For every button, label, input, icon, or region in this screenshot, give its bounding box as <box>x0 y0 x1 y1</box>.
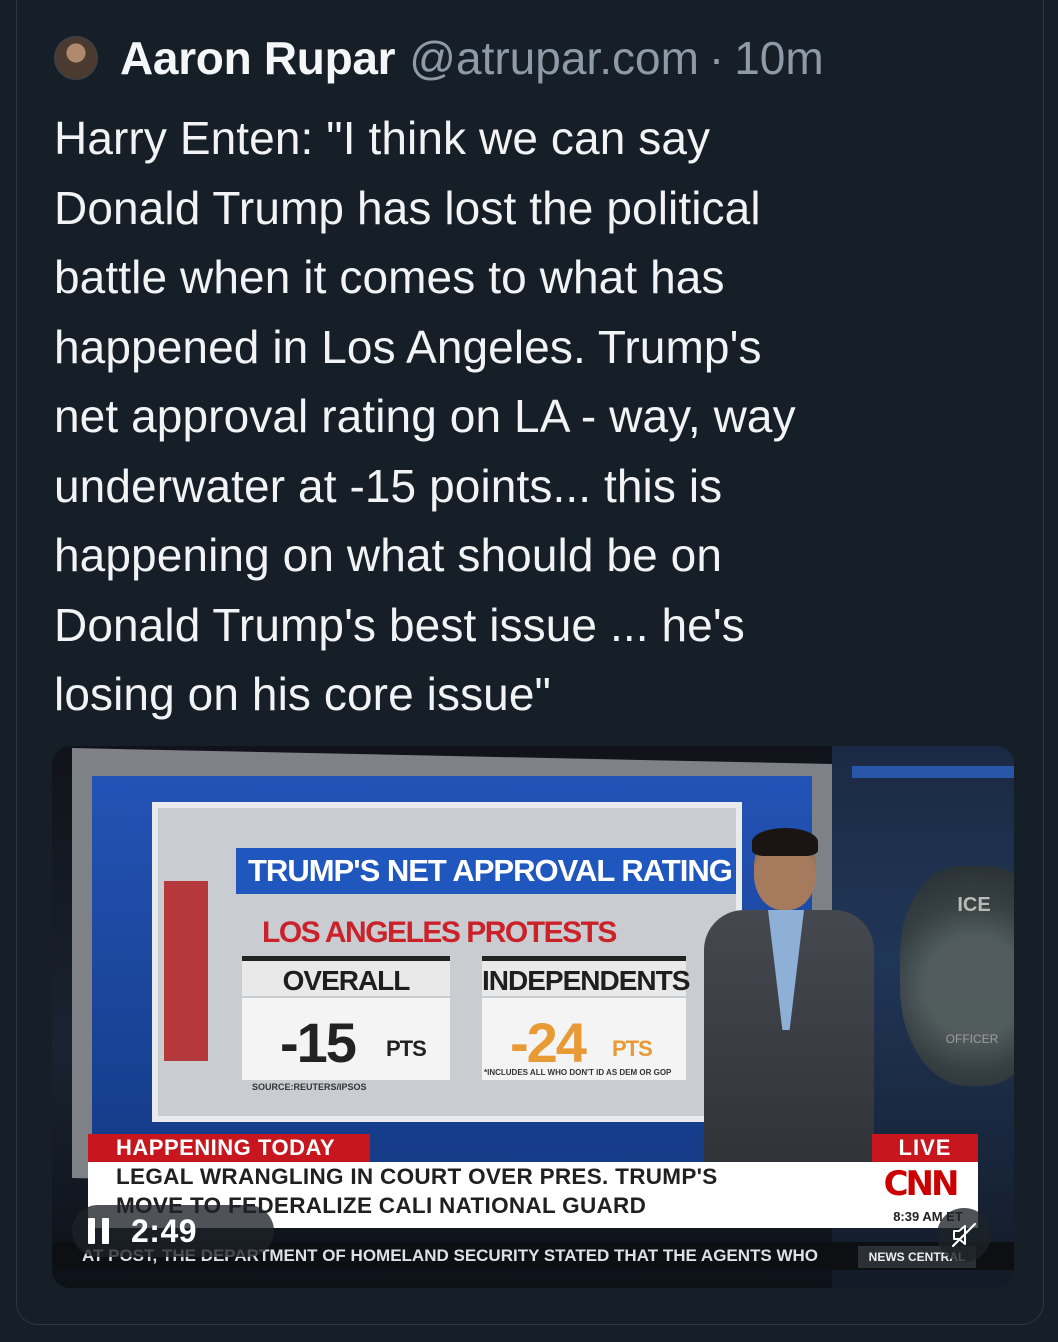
ice-badge-officer-label: OFFICER <box>945 1032 999 1046</box>
presenter-hair <box>752 828 818 856</box>
studio-light-stripe <box>852 766 1014 778</box>
post-time[interactable]: 10m <box>734 31 823 85</box>
muted-speaker-icon <box>951 1222 977 1248</box>
cnn-logo: CNN <box>883 1164 960 1204</box>
post-text: Harry Enten: "I think we can say Donald … <box>54 112 796 720</box>
author-handle[interactable]: @atrupar.com <box>409 31 699 85</box>
video-duration: 2:49 <box>131 1212 198 1249</box>
live-badge: LIVE <box>872 1134 978 1162</box>
graphic-value-independents: -24 <box>510 1011 587 1074</box>
post-header: Aaron Rupar @atrupar.com · 10m <box>54 28 824 88</box>
graphic-value-overall: -15 <box>280 1011 357 1074</box>
graphic-unit-independents: PTS <box>612 1036 653 1061</box>
graphic-source: SOURCE:REUTERS/IPSOS <box>252 1082 367 1092</box>
avatar[interactable] <box>54 36 98 80</box>
happening-today-tag: HAPPENING TODAY <box>88 1134 370 1162</box>
graphic-subtitle: LOS ANGELES PROTESTS <box>262 916 617 949</box>
graphic-col-independents: INDEPENDENTS <box>482 956 690 996</box>
play-pause-control[interactable]: 2:49 <box>72 1205 274 1257</box>
mute-button[interactable] <box>937 1208 991 1262</box>
pause-icon[interactable] <box>88 1218 109 1244</box>
author-name[interactable]: Aaron Rupar <box>120 31 396 85</box>
graphic-note: *INCLUDES ALL WHO DON'T ID AS DEM OR GOP <box>484 1068 672 1077</box>
separator-dot: · <box>708 32 725 84</box>
ice-badge-label: ICE <box>957 894 991 916</box>
graphic-col-overall: OVERALL <box>242 956 450 996</box>
presenter <box>684 828 894 1170</box>
headline-line-1: LEGAL WRANGLING IN COURT OVER PRES. TRUM… <box>116 1164 718 1189</box>
graphic-unit-overall: PTS <box>386 1036 427 1061</box>
graphic-title: TRUMP'S NET APPROVAL RATING <box>236 848 736 894</box>
graphic-side-menu <box>164 881 208 1061</box>
